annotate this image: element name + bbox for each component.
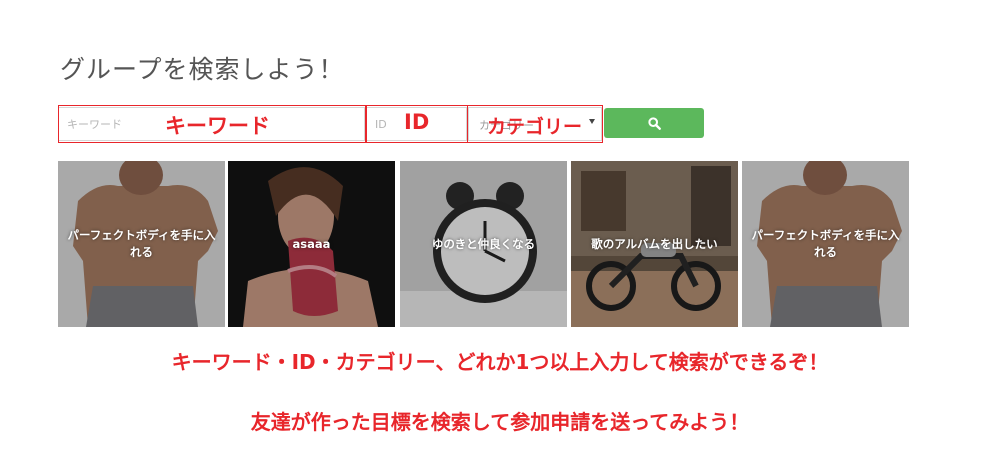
search-button[interactable] [604,108,704,138]
group-card-title: 歌のアルバムを出したい [591,236,718,251]
keyword-input[interactable] [59,108,364,140]
group-card[interactable]: パーフェクトボディを手に入れる [58,161,225,327]
group-card[interactable]: パーフェクトボディを手に入れる [742,161,909,327]
category-select[interactable]: カテゴリー [468,107,602,141]
group-card[interactable]: ゆのきと仲良くなる [400,161,567,327]
instruction-note: キーワード・ID・カテゴリー、どれか1つ以上入力して検索ができるぞ！ [171,350,829,374]
page-title: グループを検索しよう！ [60,55,345,84]
search-icon [647,116,661,130]
group-search-page: グループを検索しよう！ カテゴリー キーワード ID カテゴリー [0,0,1000,476]
group-card-title: パーフェクトボディを手に入れる [67,228,216,259]
id-field[interactable] [366,107,467,141]
group-card-title: パーフェクトボディを手に入れる [751,228,900,259]
group-card-title: ゆのきと仲良くなる [431,236,536,251]
id-input[interactable] [367,108,466,140]
category-select-value: カテゴリー [479,119,534,132]
group-card[interactable]: asaaa [228,161,395,327]
instruction-note: 友達が作った目標を検索して参加申請を送ってみよう！ [250,410,750,434]
chevron-down-icon [589,119,595,124]
keyword-field[interactable] [58,107,365,141]
group-card[interactable]: 歌のアルバムを出したい [571,161,738,327]
group-card-title: asaaa [292,236,331,251]
